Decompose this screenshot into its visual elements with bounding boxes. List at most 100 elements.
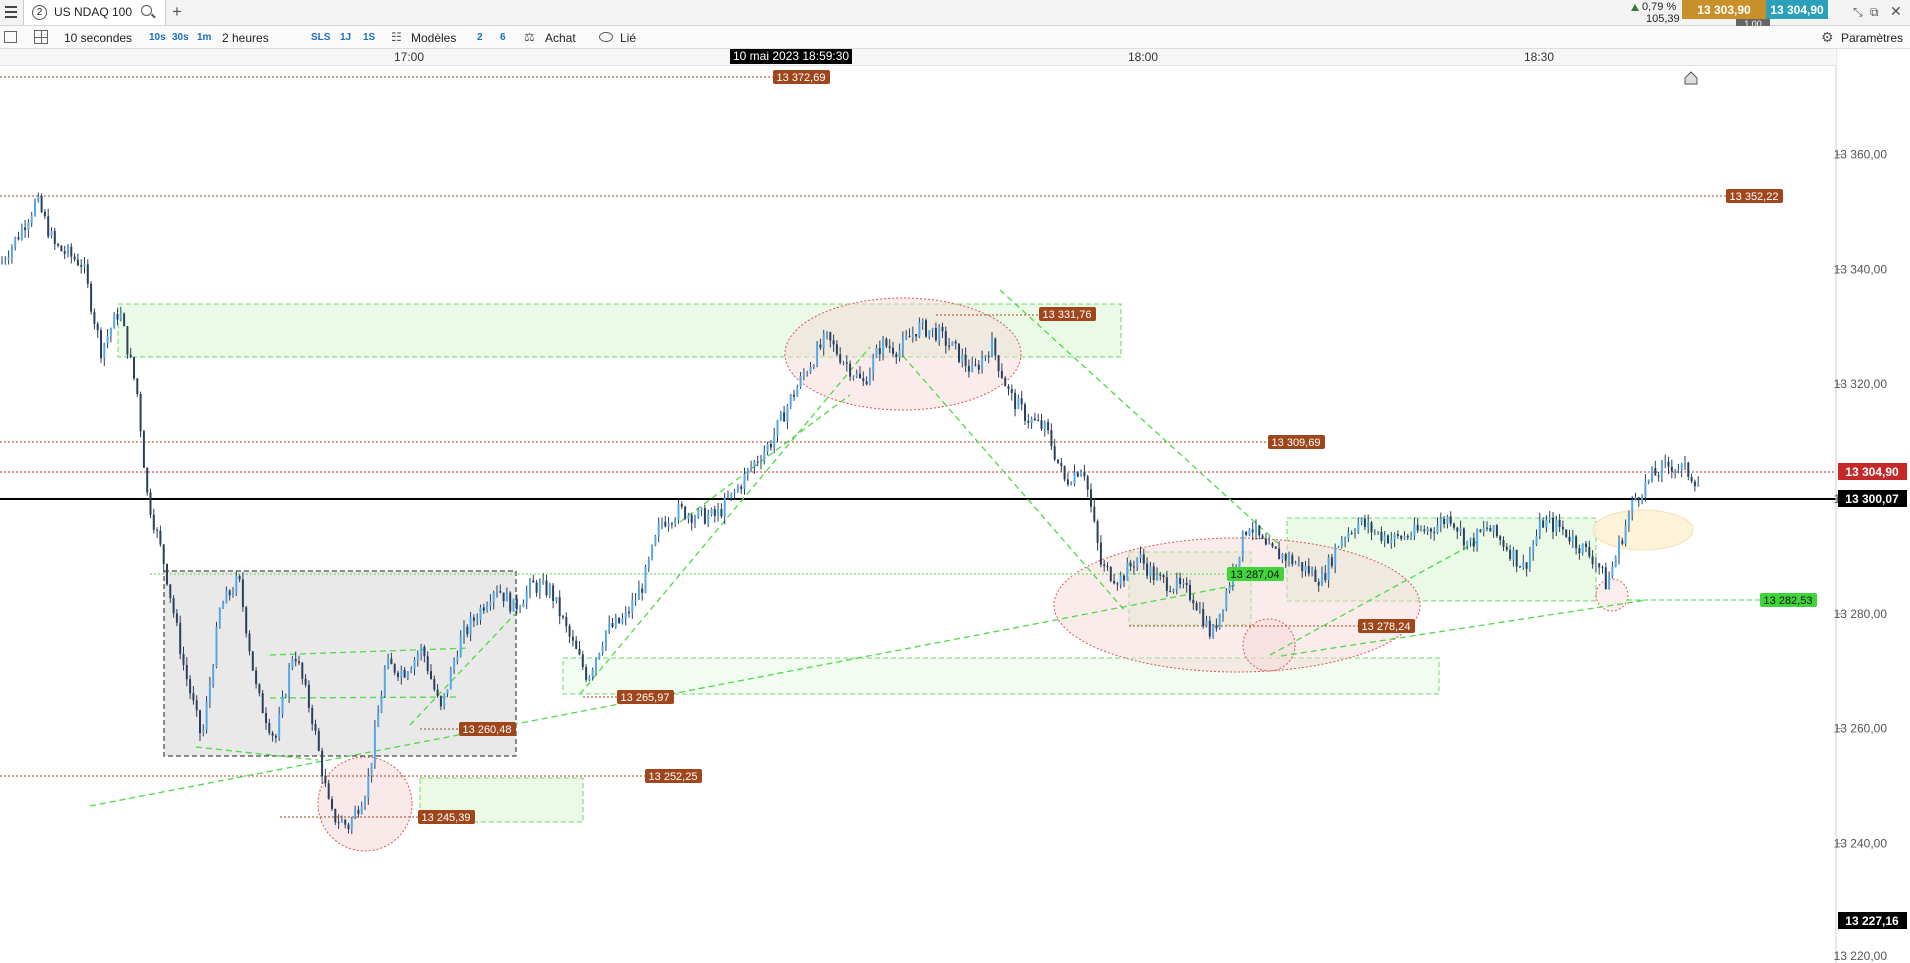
models-button[interactable]: Modèles bbox=[411, 31, 456, 45]
candle-body bbox=[928, 330, 931, 337]
y-axis[interactable]: 13 360,0013 340,0013 320,0013 300,0013 2… bbox=[1834, 49, 1910, 963]
candle-body bbox=[298, 661, 300, 663]
candle-body bbox=[347, 824, 350, 830]
layout-icon[interactable] bbox=[34, 30, 48, 44]
candle-body bbox=[373, 726, 376, 763]
candle-body bbox=[575, 640, 578, 649]
interval-1m[interactable]: 1m bbox=[197, 32, 211, 43]
buy-price-button[interactable]: 13 304,90 bbox=[1766, 0, 1828, 19]
candle-body bbox=[690, 515, 693, 523]
candle-body bbox=[756, 461, 759, 463]
candle-body bbox=[548, 585, 551, 596]
candle-body bbox=[826, 332, 828, 334]
list-icon[interactable] bbox=[4, 31, 17, 43]
candle-body bbox=[974, 364, 977, 366]
candle-body bbox=[47, 216, 50, 237]
num-button-2[interactable]: 2 bbox=[477, 32, 483, 43]
candle-body bbox=[1492, 525, 1495, 532]
candle-body bbox=[1624, 525, 1627, 544]
candle-body bbox=[175, 613, 178, 623]
candle-body bbox=[1080, 471, 1083, 477]
candle-body bbox=[1185, 583, 1188, 585]
candle-body bbox=[1278, 548, 1281, 560]
candle-body bbox=[1169, 590, 1172, 592]
sls-button[interactable]: SLS bbox=[311, 32, 330, 43]
candle-body bbox=[819, 344, 822, 348]
candle-body bbox=[542, 580, 545, 583]
candle-body bbox=[1436, 525, 1439, 533]
sell-price-button[interactable]: 13 303,90 bbox=[1682, 0, 1766, 19]
candle-body bbox=[700, 508, 703, 510]
candle-body bbox=[1591, 556, 1594, 565]
candle-body bbox=[317, 730, 320, 751]
candle-body bbox=[832, 340, 835, 345]
candle-body bbox=[324, 776, 327, 784]
candle-body bbox=[776, 420, 779, 436]
candle-body bbox=[7, 257, 10, 260]
candle-body bbox=[710, 508, 713, 515]
menu-icon[interactable] bbox=[4, 5, 18, 19]
candle-body bbox=[538, 582, 541, 593]
candle-body bbox=[1690, 476, 1693, 482]
tab-number-badge: 2 bbox=[32, 5, 47, 20]
minimize-icon[interactable]: ⤡ bbox=[1853, 5, 1863, 20]
candle-body bbox=[585, 667, 588, 680]
candle-body bbox=[1024, 404, 1026, 421]
price-chart[interactable]: 13 372,69 13 352,22 13 331,76 13 309,69 … bbox=[0, 0, 1910, 963]
interval-select[interactable]: 10 secondes bbox=[64, 31, 132, 45]
candle-body bbox=[1677, 469, 1680, 471]
candle-body bbox=[1542, 520, 1545, 528]
candle-body bbox=[1571, 536, 1574, 542]
candle-body bbox=[1116, 583, 1119, 585]
candle-body bbox=[1324, 572, 1327, 581]
settings-gear-icon[interactable]: ⚙ bbox=[1821, 29, 1834, 46]
candle-body bbox=[1109, 567, 1112, 581]
settings-button[interactable]: Paramètres bbox=[1841, 31, 1903, 45]
candle-body bbox=[387, 658, 390, 669]
candle-body bbox=[1165, 577, 1168, 591]
candle-body bbox=[1202, 608, 1205, 627]
dip-circle bbox=[1242, 618, 1296, 672]
candle-body bbox=[24, 227, 27, 231]
candle-body bbox=[1307, 565, 1310, 574]
svg-text:13 265,97: 13 265,97 bbox=[621, 692, 670, 704]
candle-body bbox=[1340, 539, 1343, 547]
candle-body bbox=[789, 394, 792, 407]
interval-30s[interactable]: 30s bbox=[172, 32, 189, 43]
candle-body bbox=[915, 333, 918, 337]
candle-body bbox=[1258, 525, 1261, 536]
candle-body bbox=[1037, 420, 1040, 422]
candle-body bbox=[948, 345, 951, 347]
candle-body bbox=[618, 617, 621, 624]
candle-body bbox=[1014, 392, 1017, 410]
popout-icon[interactable]: ⧉ bbox=[1870, 5, 1879, 20]
range-1s-button[interactable]: 1S bbox=[363, 32, 375, 43]
candle-body bbox=[1017, 398, 1020, 410]
candle-body bbox=[1228, 585, 1231, 591]
candle-body bbox=[189, 679, 192, 694]
buy-button[interactable]: Achat bbox=[545, 31, 576, 45]
instrument-tab[interactable]: 2 US NDAQ 100 bbox=[23, 0, 166, 25]
num-button-6[interactable]: 6 bbox=[500, 32, 506, 43]
candle-body bbox=[611, 623, 614, 627]
candle-body bbox=[1532, 544, 1535, 554]
candle-body bbox=[271, 732, 274, 736]
candle-body bbox=[1535, 536, 1538, 545]
candle-body bbox=[707, 514, 710, 524]
new-tab-button[interactable]: + bbox=[172, 2, 182, 22]
candle-body bbox=[248, 633, 251, 652]
candle-body bbox=[100, 330, 102, 359]
candle-body bbox=[875, 347, 878, 358]
close-icon[interactable]: ✕ bbox=[1890, 3, 1902, 20]
candle-body bbox=[472, 617, 475, 621]
interval-10s[interactable]: 10s bbox=[149, 32, 166, 43]
range-1j-button[interactable]: 1J bbox=[340, 32, 351, 43]
candle-body bbox=[535, 582, 538, 593]
candle-body bbox=[43, 211, 46, 217]
candle-body bbox=[179, 622, 182, 654]
candle-body bbox=[463, 626, 465, 637]
candle-body bbox=[67, 246, 69, 254]
linked-button[interactable]: Lié bbox=[620, 31, 636, 45]
candle-body bbox=[971, 364, 974, 372]
period-select[interactable]: 2 heures bbox=[222, 31, 269, 45]
